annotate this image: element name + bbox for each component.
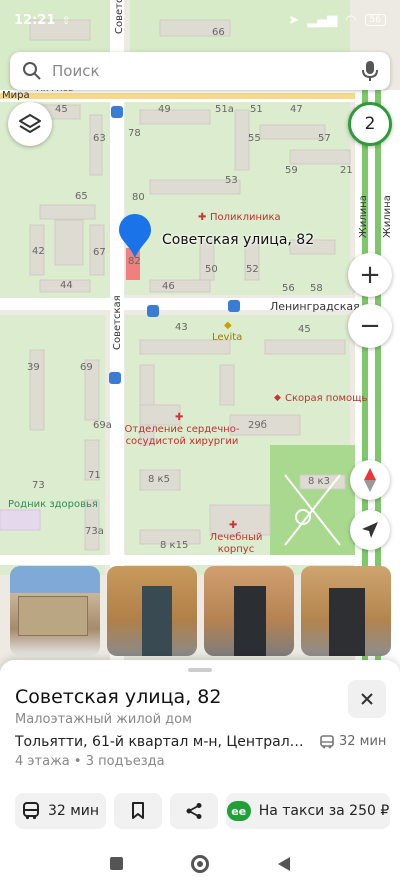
place-floors: 4 этажа • 3 подъезда <box>15 754 165 769</box>
taxi-button[interactable]: ee На такси за 250 ₽ <box>226 793 390 829</box>
close-button[interactable] <box>348 680 386 718</box>
poi-rodnik[interactable]: Родник здоровья <box>8 499 98 511</box>
routes-badge-button[interactable]: 2 <box>348 102 392 146</box>
routes-count: 2 <box>364 114 376 134</box>
zoom-out-button[interactable]: − <box>348 304 392 348</box>
action-bar: 32 мин ee На такси за 250 ₽ <box>15 793 390 829</box>
close-icon <box>361 693 373 705</box>
plus-icon: + <box>359 260 381 290</box>
bookmark-button[interactable] <box>114 793 162 829</box>
navigation-arrow-icon <box>362 522 378 538</box>
hospital-icon-2: ✚ <box>175 412 184 423</box>
bus-stop-icon-3[interactable] <box>228 300 240 312</box>
transit-time: 32 мин <box>320 734 386 749</box>
search-input[interactable]: Поиск <box>52 62 362 80</box>
place-card: Советская улица, 82 Малоэтажный жилой до… <box>0 660 400 889</box>
bus-stop-icon[interactable] <box>111 106 123 118</box>
back-icon[interactable] <box>277 856 291 872</box>
sheet-grab-handle[interactable] <box>188 668 212 672</box>
status-time: 12:21 <box>14 12 56 28</box>
transit-time-value: 32 мин <box>339 734 387 749</box>
hospital-icon-3: ✚ <box>229 520 238 531</box>
place-subtitle: Малоэтажный жилой дом <box>15 712 192 727</box>
location-pin-icon[interactable] <box>117 212 153 260</box>
route-bus-label: 32 мин <box>47 803 100 819</box>
street-mira: Мира <box>2 90 30 101</box>
bus-stop-icon-2[interactable] <box>147 305 159 317</box>
shop-icon: ◆ <box>224 320 232 331</box>
taxi-logo-icon: ee <box>226 801 251 821</box>
street-leningradskaya: Ленинградская <box>270 300 360 313</box>
status-bar: 12:21 ⇧ ➤ ▂▄▆ ◠ 56 <box>0 0 400 40</box>
bookmark-icon <box>132 802 144 819</box>
layers-button[interactable] <box>8 102 52 146</box>
search-icon <box>23 62 41 80</box>
place-address: Тольятти, 61-й квартал м-н, Центральный … <box>15 734 310 750</box>
zoom-in-button[interactable]: + <box>348 253 392 297</box>
system-nav-bar <box>0 838 400 889</box>
poi-levita[interactable]: Levita <box>212 332 242 344</box>
photo-thumbnail[interactable] <box>107 566 197 656</box>
share-button[interactable] <box>170 793 218 829</box>
selected-place-label: Советская улица, 82 <box>162 232 315 248</box>
battery-indicator: 56 <box>364 14 386 26</box>
street-zhilina-2: Жилина <box>382 195 393 238</box>
photo-thumbnail[interactable] <box>301 566 391 656</box>
signal-icon: ▂▄▆ <box>307 12 338 28</box>
photo-thumbnail[interactable] <box>10 566 100 656</box>
share-icon <box>186 803 202 819</box>
upload-icon: ⇧ <box>61 13 71 27</box>
minus-icon: − <box>359 311 381 341</box>
wifi-icon: ◠ <box>345 12 357 28</box>
search-bar[interactable]: Поиск <box>10 52 390 90</box>
compass-icon <box>364 468 376 492</box>
compass-button[interactable] <box>350 460 390 500</box>
poi-poliklinika[interactable]: Поликлиника <box>210 212 281 224</box>
app-root: 66 45 49 51а 51 47 63 78 55 57 59 21 53 … <box>0 0 400 889</box>
photo-thumbnail[interactable] <box>204 566 294 656</box>
photo-strip[interactable] <box>10 566 400 656</box>
bus-icon <box>320 734 334 748</box>
home-icon[interactable] <box>190 854 209 873</box>
my-location-button[interactable] <box>350 510 390 550</box>
taxi-label: На такси за 250 ₽ <box>258 803 390 819</box>
ambulance-icon: ◆ <box>274 393 281 403</box>
route-bus-button[interactable]: 32 мин <box>15 793 106 829</box>
bus-stop-icon-4[interactable] <box>109 372 121 384</box>
recents-icon[interactable] <box>109 857 123 870</box>
location-arrow-icon: ➤ <box>288 12 300 28</box>
bus-icon <box>22 802 39 820</box>
hospital-icon: ✚ <box>198 212 207 223</box>
poi-otdelenie[interactable]: Отделение сердечно-сосудистой хирургии <box>122 424 242 448</box>
microphone-icon[interactable] <box>362 60 378 82</box>
layers-icon <box>19 114 41 133</box>
street-zhilina-1: Жилина <box>358 195 369 238</box>
poi-lechebny[interactable]: Лечебный корпус <box>206 532 266 556</box>
poi-skoraya[interactable]: Скорая помощь <box>285 393 367 405</box>
place-title: Советская улица, 82 <box>15 686 222 708</box>
street-sovetskaya-mid: Советская <box>112 295 123 350</box>
